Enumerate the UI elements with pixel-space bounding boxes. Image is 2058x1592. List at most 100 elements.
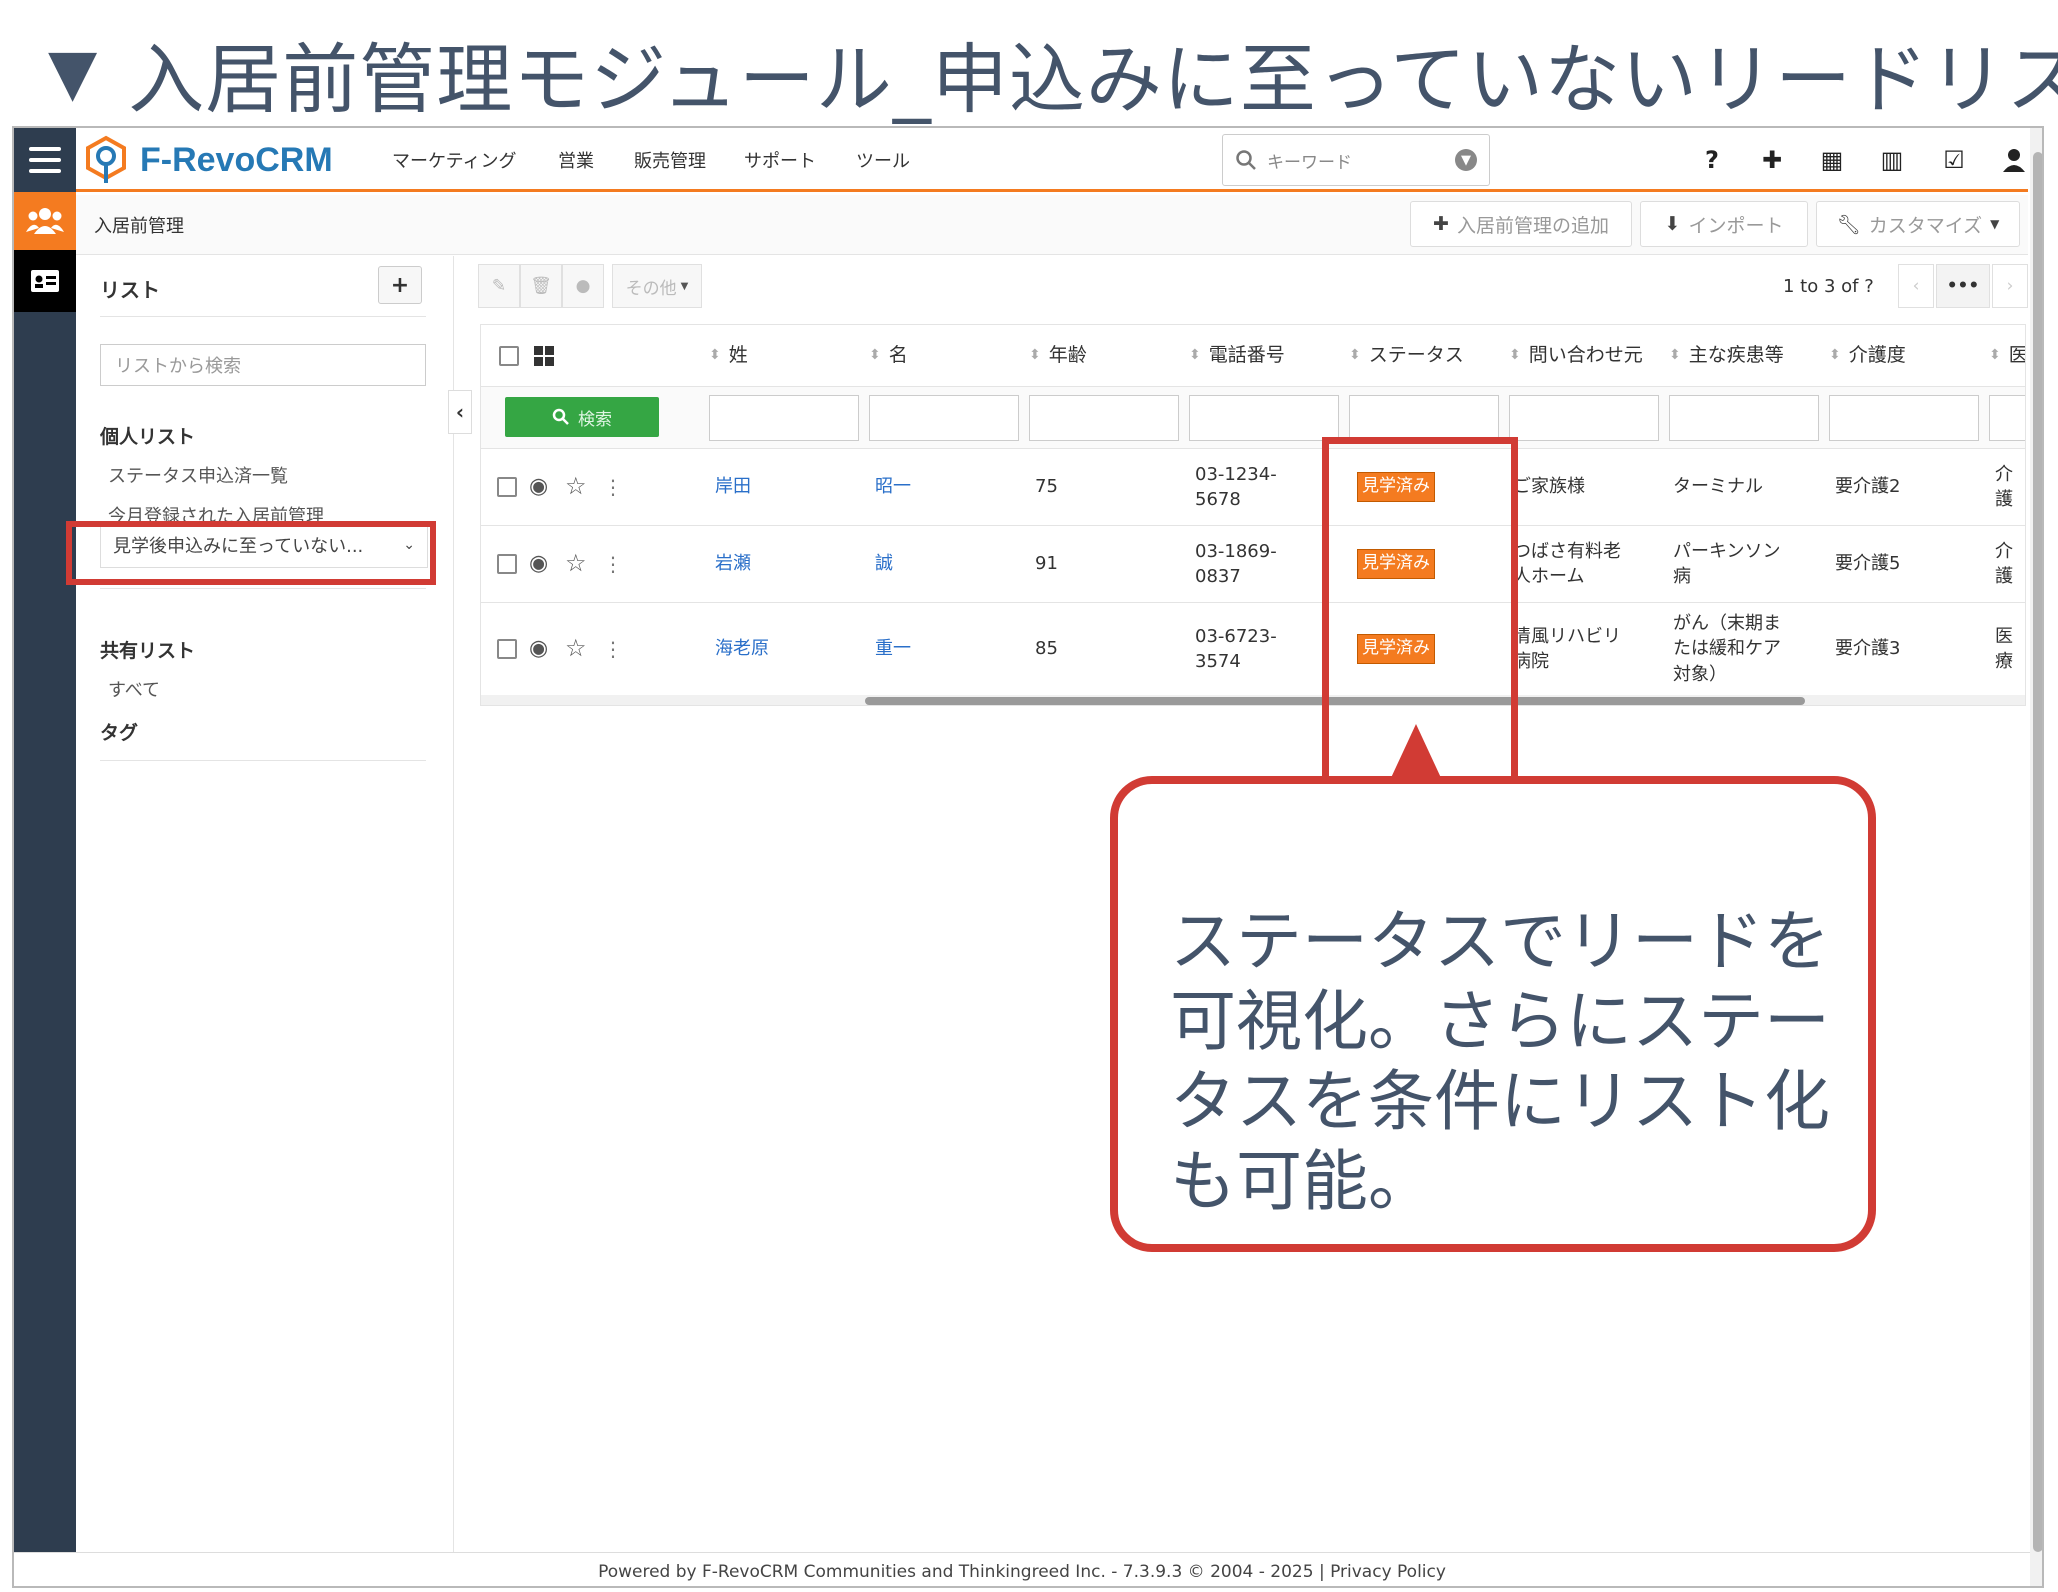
vertical-scrollbar[interactable] <box>2030 128 2042 1586</box>
filter-input-status[interactable] <box>1349 395 1499 441</box>
column-header-age[interactable]: ⬍ 年齢 <box>1029 325 1087 386</box>
table-row[interactable]: ◉ ☆ ⋮ 岸田 昭一 75 03-1234- 5678 見学済み ご家族様 ター… <box>481 449 2025 526</box>
column-label: 姓 <box>728 344 748 367</box>
slide-title-text: 入居前管理モジュール_申込みに至っていないリードリスト <box>128 35 2058 124</box>
scrollbar-thumb[interactable] <box>865 697 1805 705</box>
cell-care-level: 要介護2 <box>1835 476 1901 498</box>
filter-input-first-name[interactable] <box>869 395 1019 441</box>
delete-trash-icon[interactable]: 🗑︎ <box>520 264 562 308</box>
view-eye-icon[interactable]: ◉ <box>529 603 548 695</box>
column-header-care-level[interactable]: ⬍ 介護度 <box>1829 325 1906 386</box>
list-item-status-applied[interactable]: ステータス申込済一覧 <box>108 462 288 488</box>
disease-line: 対象） <box>1673 663 1727 685</box>
nav-tools[interactable]: ツール <box>856 128 910 192</box>
page-jump-button[interactable]: ••• <box>1936 264 1990 308</box>
cell-last-name[interactable]: 岩瀬 <box>715 526 751 602</box>
comment-icon[interactable]: ● <box>562 264 604 308</box>
row-actions-kebab-icon[interactable]: ⋮ <box>603 449 623 525</box>
cell-first-name[interactable]: 誠 <box>875 526 893 602</box>
add-list-button[interactable]: + <box>378 266 422 304</box>
sort-icon: ⬍ <box>1189 346 1201 363</box>
list-toolbar: ✎ 🗑︎ ● その他 ▼ 1 to 3 of ? ‹ ••• › <box>478 260 2028 312</box>
filter-input-last-name[interactable] <box>709 395 859 441</box>
table-row[interactable]: ◉ ☆ ⋮ 岩瀬 誠 91 03-1869- 0837 見学済み つばさ有料老 人ホ… <box>481 526 2025 603</box>
help-icon[interactable]: ? <box>1690 136 1734 184</box>
records-table: ⬍ 姓 ⬍ 名 ⬍ 年齢 ⬍ 電話番号 ⬍ ステータス ⬍ 問い合わせ元 ⬍ 主な疾患等 ⬍ 介… <box>480 324 2026 706</box>
favorite-star-icon[interactable]: ☆ <box>565 449 587 525</box>
column-header-inquiry-source[interactable]: ⬍ 問い合わせ元 <box>1509 325 1643 386</box>
quick-create-icon[interactable]: ✚ <box>1750 136 1794 184</box>
row-actions-kebab-icon[interactable]: ⋮ <box>603 526 623 602</box>
favorite-star-icon[interactable]: ☆ <box>565 526 587 602</box>
column-header-last-name[interactable]: ⬍ 姓 <box>709 325 748 386</box>
cell-more: 医療 <box>1995 625 2013 672</box>
filter-input-inquiry-source[interactable] <box>1509 395 1659 441</box>
add-record-button[interactable]: ✚ 入居前管理の追加 <box>1410 201 1632 247</box>
users-group-icon[interactable] <box>14 192 76 250</box>
cell-last-name[interactable]: 岸田 <box>715 449 751 525</box>
edit-pencil-icon[interactable]: ✎ <box>478 264 520 308</box>
favorite-star-icon[interactable]: ☆ <box>565 603 587 695</box>
cell-first-name[interactable]: 昭一 <box>875 449 911 525</box>
horizontal-scrollbar[interactable] <box>481 695 2025 705</box>
next-page-icon[interactable]: › <box>1992 264 2028 308</box>
status-badge: 見学済み <box>1357 634 1435 664</box>
nav-sales-management[interactable]: 販売管理 <box>634 128 706 192</box>
breadcrumb[interactable]: 入居前管理 <box>94 195 184 255</box>
brand-logo[interactable]: F-RevoCRM <box>84 132 333 188</box>
filter-input-disease[interactable] <box>1669 395 1819 441</box>
more-actions-dropdown[interactable]: その他 ▼ <box>612 264 702 308</box>
active-list-selector[interactable]: 見学後申込みに至っていない... ⌄ <box>100 522 428 568</box>
phone-line: 03-6723- <box>1195 625 1277 647</box>
customize-button[interactable]: 🔧︎ カスタマイズ ▼ <box>1816 201 2020 247</box>
filter-search-button[interactable]: 検索 <box>505 397 659 437</box>
list-search-input[interactable]: リストから検索 <box>100 344 426 386</box>
column-layout-grid-icon[interactable] <box>533 325 555 386</box>
view-eye-icon[interactable]: ◉ <box>529 449 548 525</box>
cell-more: 介護 <box>1995 463 2013 510</box>
row-checkbox[interactable] <box>497 449 517 525</box>
cell-status: 見学済み <box>1357 526 1435 602</box>
global-search-input[interactable]: キーワード ▼ <box>1222 134 1490 186</box>
scrollbar-thumb[interactable] <box>2033 152 2042 1552</box>
view-eye-icon[interactable]: ◉ <box>529 526 548 602</box>
tasks-check-icon[interactable]: ☑ <box>1932 136 1976 184</box>
calendar-icon[interactable]: ▦ <box>1810 136 1854 184</box>
list-sidebar: リスト + リストから検索 個人リスト ステータス申込済一覧 今月登録された入居… <box>76 256 454 1556</box>
page-footer: Powered by F-RevoCRM Communities and Thi… <box>14 1552 2030 1586</box>
menu-hamburger-icon[interactable] <box>14 128 76 192</box>
search-dropdown-icon[interactable]: ▼ <box>1455 149 1477 171</box>
column-header-more[interactable]: ⬍ 医 <box>1989 325 2025 386</box>
cell-first-name[interactable]: 重一 <box>875 603 911 695</box>
brand-mark-icon <box>86 135 126 183</box>
column-header-disease[interactable]: ⬍ 主な疾患等 <box>1669 325 1784 386</box>
filter-input-age[interactable] <box>1029 395 1179 441</box>
column-header-status[interactable]: ⬍ ステータス <box>1349 325 1464 386</box>
sort-icon: ⬍ <box>1829 346 1841 363</box>
id-card-icon[interactable] <box>14 250 76 312</box>
filter-input-phone[interactable] <box>1189 395 1339 441</box>
collapse-sidebar-chevron-icon[interactable]: ‹ <box>448 390 472 434</box>
prev-page-icon[interactable]: ‹ <box>1898 264 1934 308</box>
nav-sales[interactable]: 営業 <box>558 128 594 192</box>
list-item-all[interactable]: すべて <box>108 676 160 702</box>
phone-line: 03-1234- <box>1195 463 1277 485</box>
phone-line: 3574 <box>1195 651 1241 672</box>
column-header-phone[interactable]: ⬍ 電話番号 <box>1189 325 1285 386</box>
reports-chart-icon[interactable]: ▥ <box>1870 136 1914 184</box>
nav-support[interactable]: サポート <box>744 128 816 192</box>
disease-line: ターミナル <box>1673 476 1763 498</box>
phone-line: 5678 <box>1195 489 1241 510</box>
column-header-first-name[interactable]: ⬍ 名 <box>869 325 908 386</box>
row-checkbox[interactable] <box>497 603 517 695</box>
select-all-checkbox[interactable] <box>499 325 519 386</box>
filter-input-more[interactable] <box>1989 395 2025 441</box>
table-row[interactable]: ◉ ☆ ⋮ 海老原 重一 85 03-6723- 3574 見学済み 清風リハビリ… <box>481 603 2025 695</box>
cell-last-name[interactable]: 海老原 <box>715 603 769 695</box>
sort-icon: ⬍ <box>1509 346 1521 363</box>
row-checkbox[interactable] <box>497 526 517 602</box>
import-button[interactable]: ⬇ インポート <box>1640 201 1808 247</box>
nav-marketing[interactable]: マーケティング <box>392 128 517 192</box>
row-actions-kebab-icon[interactable]: ⋮ <box>603 603 623 695</box>
filter-input-care-level[interactable] <box>1829 395 1979 441</box>
